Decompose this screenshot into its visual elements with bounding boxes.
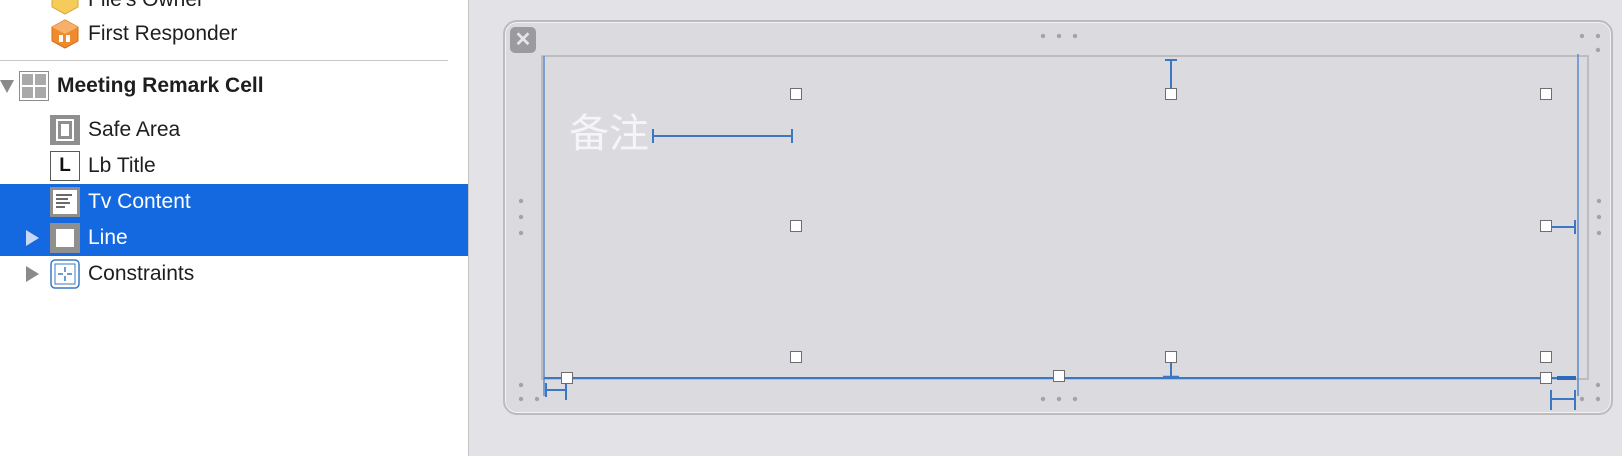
cube-yellow-icon [50, 0, 80, 15]
ib-canvas[interactable]: ✕ 备注 [469, 0, 1622, 456]
resize-handle[interactable] [1165, 351, 1177, 363]
outline-item-label: File's Owner [88, 0, 204, 12]
interface-builder-window: File's Owner First Responder [0, 0, 1622, 456]
disclosure-expanded-icon[interactable] [0, 80, 14, 93]
outline-item-label: Tv Content [88, 190, 191, 213]
outline-item-label: First Responder [88, 22, 238, 45]
resize-handle[interactable] [1165, 88, 1177, 100]
outline-item-lb-title[interactable]: L Lb Title [0, 148, 468, 184]
document-outline: File's Owner First Responder [0, 0, 468, 456]
remark-title-label[interactable]: 备注 [569, 110, 649, 158]
resize-handle[interactable] [790, 220, 802, 232]
constraints-icon [50, 259, 80, 289]
outline-item-tv-content[interactable]: Tv Content [0, 184, 468, 220]
resize-handle[interactable] [561, 372, 573, 384]
table-cell-icon [19, 71, 49, 101]
outline-item-line[interactable]: Line [0, 220, 468, 256]
label-L-icon: L [50, 151, 80, 181]
resize-handle[interactable] [1540, 88, 1552, 100]
outline-item-safe-area[interactable]: Safe Area [0, 112, 468, 148]
view-icon [50, 223, 80, 253]
text-view-icon [50, 187, 80, 217]
cube-orange-icon [50, 19, 80, 49]
outline-item-label: Constraints [88, 262, 195, 285]
outline-item-meeting-remark-cell[interactable]: Meeting Remark Cell [0, 68, 468, 104]
close-scene-button[interactable]: ✕ [510, 27, 536, 53]
resize-handle[interactable] [1540, 351, 1552, 363]
resize-handle[interactable] [1540, 220, 1552, 232]
disclosure-collapsed-icon[interactable] [26, 230, 39, 246]
resize-handle[interactable] [1540, 372, 1552, 384]
resize-handle[interactable] [790, 351, 802, 363]
outline-item-label: Line [88, 226, 128, 249]
content-view-outline [541, 55, 1589, 380]
outline-item-constraints[interactable]: Constraints [0, 256, 468, 292]
constraint-overlay [518, 33, 1602, 410]
outline-item-label: Lb Title [88, 154, 156, 177]
outline-item-label: Meeting Remark Cell [57, 74, 264, 97]
outline-divider [0, 60, 448, 61]
resize-handle[interactable] [1053, 370, 1065, 382]
disclosure-collapsed-icon[interactable] [26, 266, 39, 282]
outline-item-label: Safe Area [88, 118, 181, 141]
resize-grip-dots[interactable] [518, 33, 1602, 402]
safe-area-icon [50, 115, 80, 145]
resize-handle[interactable] [790, 88, 802, 100]
outline-item-first-responder[interactable]: First Responder [0, 16, 468, 52]
